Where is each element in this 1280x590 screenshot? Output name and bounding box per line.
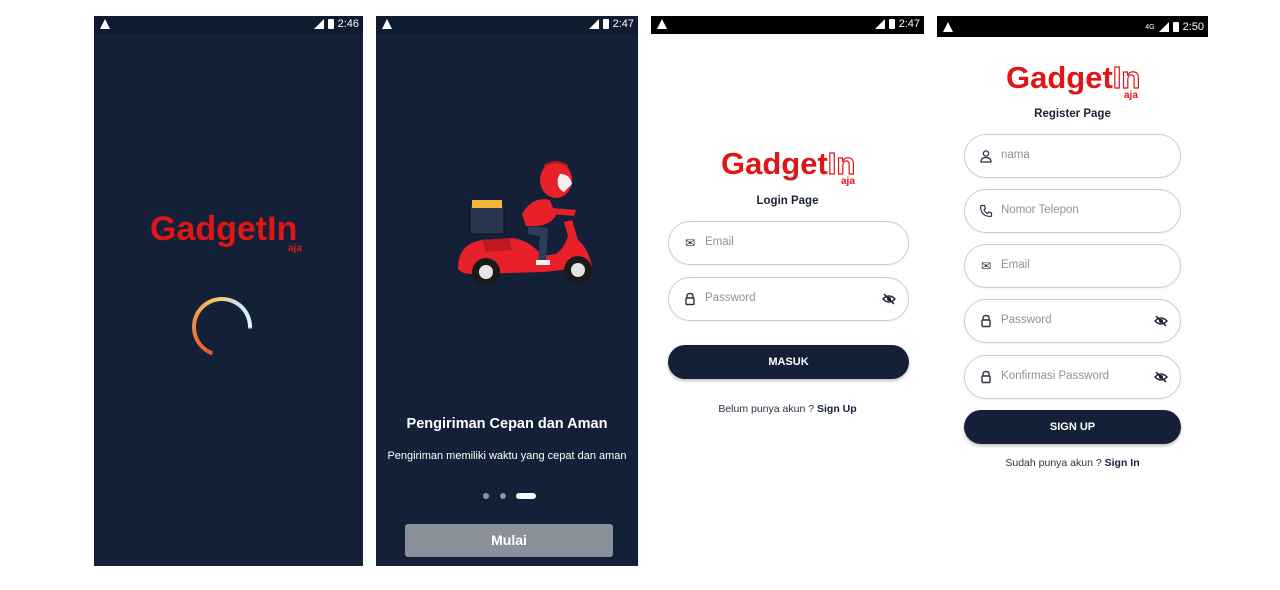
brand-sub: aja xyxy=(1124,90,1138,101)
signin-prompt: Sudah punya akun ? Sign In xyxy=(937,457,1208,469)
battery-icon xyxy=(1172,22,1179,32)
phone-icon xyxy=(979,204,993,218)
eye-off-icon[interactable] xyxy=(882,292,896,306)
page-title: Login Page xyxy=(756,195,819,207)
confirm-password-field[interactable]: Konfirmasi Password xyxy=(964,355,1181,399)
password-placeholder: Password xyxy=(1001,314,1052,326)
lock-icon xyxy=(979,370,993,384)
password-field[interactable]: Password xyxy=(668,277,909,321)
confirm-password-placeholder: Konfirmasi Password xyxy=(1001,370,1110,382)
login-screen: 2:47 GadgetIn aja Login Page ✉ Email Pas… xyxy=(651,16,924,566)
onboarding-description: Pengiriman memiliki waktu yang cepat dan… xyxy=(387,450,627,462)
status-time: 2:50 xyxy=(1182,21,1204,33)
brand-logo: GadgetIn xyxy=(1006,59,1141,96)
splash-screen: 2:46 GadgetIn aja xyxy=(94,16,363,566)
brand-name-main: Gadget xyxy=(150,210,268,248)
email-field[interactable]: ✉ Email xyxy=(964,244,1181,288)
email-placeholder: Email xyxy=(1001,259,1030,271)
warning-icon xyxy=(382,19,392,29)
loading-spinner xyxy=(192,297,252,357)
brand-sub: aja xyxy=(288,243,302,254)
brand-name-main: Gadget xyxy=(721,146,828,181)
start-button[interactable]: Mulai xyxy=(405,524,613,557)
email-field[interactable]: ✉ Email xyxy=(668,221,909,265)
battery-icon xyxy=(327,19,334,29)
password-field[interactable]: Password xyxy=(964,299,1181,343)
battery-icon xyxy=(602,19,609,29)
eye-off-icon[interactable] xyxy=(1154,370,1168,384)
status-time: 2:47 xyxy=(612,18,634,30)
name-placeholder: nama xyxy=(1001,149,1030,161)
register-screen: 4G 2:50 GadgetIn aja Register Page nama … xyxy=(937,16,1208,566)
password-placeholder: Password xyxy=(705,292,756,304)
signal-icon xyxy=(1158,22,1169,32)
signup-prompt: Belum punya akun ? Sign Up xyxy=(651,403,924,415)
login-button[interactable]: MASUK xyxy=(668,345,909,379)
network-type: 4G xyxy=(1145,23,1155,31)
signup-button[interactable]: SIGN UP xyxy=(964,410,1181,444)
signal-icon xyxy=(874,19,885,29)
signup-prompt-text: Belum punya akun ? xyxy=(718,403,815,415)
brand-logo: GadgetIn xyxy=(721,145,856,182)
signal-icon xyxy=(588,19,599,29)
status-bar: 2:47 xyxy=(376,16,638,34)
signal-icon xyxy=(313,19,324,29)
battery-icon xyxy=(888,19,895,29)
signin-link[interactable]: Sign In xyxy=(1105,457,1140,469)
warning-icon xyxy=(943,22,953,32)
phone-field[interactable]: Nomor Telepon xyxy=(964,189,1181,233)
status-bar: 4G 2:50 xyxy=(937,16,1208,37)
status-bar: 2:46 xyxy=(94,16,363,34)
onboarding-screen: 2:47 Pengiriman Cepan dan Aman Pengirima… xyxy=(376,16,638,566)
status-time: 2:47 xyxy=(898,18,920,30)
status-time: 2:46 xyxy=(337,18,359,30)
phone-placeholder: Nomor Telepon xyxy=(1001,204,1079,216)
mail-icon: ✉ xyxy=(684,236,696,250)
page-dot xyxy=(500,493,506,499)
page-dot-active xyxy=(516,493,536,499)
email-placeholder: Email xyxy=(705,236,734,248)
lock-icon xyxy=(683,292,697,306)
user-icon xyxy=(979,149,993,163)
onboarding-title: Pengiriman Cepan dan Aman xyxy=(406,416,608,432)
signin-prompt-text: Sudah punya akun ? xyxy=(1005,457,1102,469)
brand-name-main: Gadget xyxy=(1006,60,1113,95)
signup-link[interactable]: Sign Up xyxy=(817,403,857,415)
brand-logo: GadgetIn xyxy=(150,210,297,248)
page-title: Register Page xyxy=(1034,108,1111,120)
lock-icon xyxy=(979,314,993,328)
status-bar: 2:47 xyxy=(651,16,924,34)
brand-sub: aja xyxy=(841,176,855,187)
name-field[interactable]: nama xyxy=(964,134,1181,178)
delivery-scooter-illustration xyxy=(458,161,592,286)
mail-icon: ✉ xyxy=(980,259,992,273)
eye-off-icon[interactable] xyxy=(1154,314,1168,328)
warning-icon xyxy=(657,19,667,29)
warning-icon xyxy=(100,19,110,29)
page-dot xyxy=(483,493,489,499)
